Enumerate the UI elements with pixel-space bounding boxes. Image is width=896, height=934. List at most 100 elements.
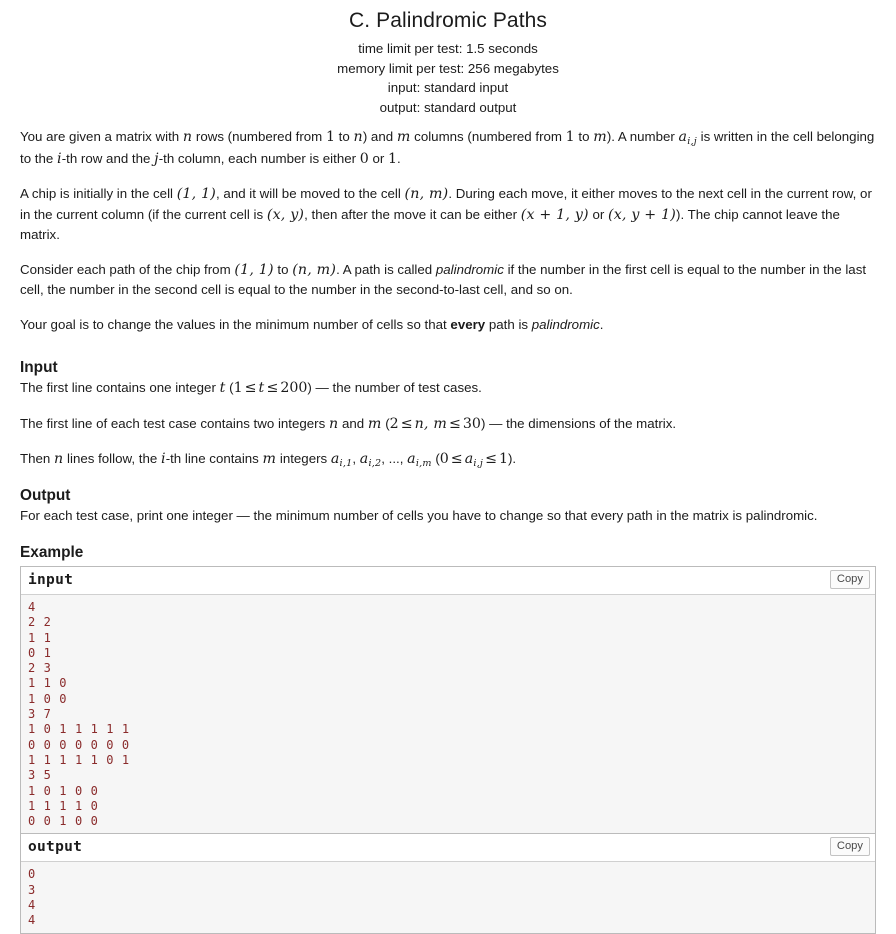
math-le: ≤ — [266, 380, 279, 396]
text-run: . — [397, 150, 401, 166]
math-cell-1-1: (1, 1) — [234, 261, 274, 278]
math-subscript: i,1 — [339, 458, 353, 469]
statement-paragraph-1: You are given a matrix with n rows (numb… — [20, 127, 876, 169]
statement-paragraph-4: Your goal is to change the values in the… — [20, 315, 876, 335]
text-run: ) — the number of test cases. — [307, 380, 482, 395]
example-heading: Example — [20, 544, 84, 561]
math-n: n — [353, 129, 363, 145]
text-run: ( — [381, 415, 390, 431]
text-run: . — [599, 316, 604, 332]
math-a-i1: ai,1 — [330, 451, 353, 469]
text-run: ). — [507, 451, 517, 466]
input-stream: input: standard input — [387, 80, 509, 95]
text-run: A chip is initially in the cell — [20, 186, 177, 201]
text-run: ) — the dimensions of the matrix. — [480, 415, 677, 431]
text-run: or — [588, 206, 608, 222]
text-run: ). A number — [606, 129, 679, 144]
input-heading: Input — [20, 359, 58, 376]
text-run: path is — [485, 316, 532, 332]
input-line-2: The first line of each test case contain… — [20, 414, 876, 435]
sample-input-data: 4 2 2 1 1 0 1 2 3 1 1 0 1 0 0 3 7 1 0 1 … — [21, 595, 875, 834]
math-m: m — [367, 415, 382, 432]
text-run: -th column, each number is either — [158, 150, 360, 166]
text-run: to — [574, 129, 594, 144]
math-le: ≤ — [400, 415, 413, 432]
math-subscript: i,j — [687, 136, 697, 147]
text-run: to — [273, 261, 293, 277]
math-1: 1 — [325, 129, 335, 145]
problem-limits: time limit per test: 1.5 seconds memory … — [14, 39, 882, 121]
text-run: Your goal is to change the values in the… — [20, 316, 451, 332]
strong-every: every — [450, 316, 486, 332]
text-run: or — [368, 150, 388, 166]
math-1: 1 — [233, 380, 243, 396]
math-1: 1 — [565, 129, 575, 145]
input-specification: Input The first line contains one intege… — [14, 349, 882, 471]
text-run: Then — [20, 451, 55, 466]
math-move-down: (x + 1, y) — [520, 206, 589, 223]
math-n-m: n, m — [414, 415, 447, 432]
math-a-ij: ai,j — [465, 451, 484, 469]
text-run: rows (numbered from — [192, 129, 326, 144]
math-1: 1 — [388, 150, 398, 167]
math-a: a — [678, 129, 688, 145]
copy-input-button[interactable]: Copy — [829, 570, 870, 589]
text-run: ( — [431, 451, 440, 466]
text-run: . A path is called — [336, 261, 436, 277]
input-line-1: The first line contains one integer t (1… — [20, 378, 876, 399]
math-m: m — [396, 129, 411, 145]
text-run: and — [338, 415, 368, 431]
text-run: , and it will be moved to the cell — [216, 186, 405, 201]
text-run: integers — [276, 451, 331, 466]
math-subscript: i,j — [473, 458, 484, 469]
math-m: m — [262, 451, 277, 467]
math-subscript: i,2 — [368, 458, 382, 469]
math-a: a — [330, 451, 340, 467]
output-description: For each test case, print one integer — … — [20, 507, 818, 523]
math-30: 30 — [462, 415, 481, 432]
math-2: 2 — [389, 415, 399, 432]
text-run: lines follow, the — [63, 451, 161, 466]
input-line-3: Then n lines follow, the i-th line conta… — [20, 449, 876, 471]
text-run: , ..., — [381, 451, 408, 466]
sample-input-header: input Copy — [21, 567, 875, 595]
math-m: m — [593, 129, 607, 145]
math-le: ≤ — [450, 451, 463, 467]
text-run: -th row and the — [61, 150, 155, 166]
problem-statement-page: C. Palindromic Paths time limit per test… — [0, 0, 896, 934]
output-heading: Output — [20, 486, 71, 504]
math-le: ≤ — [449, 415, 461, 432]
math-a-ij: ai,j — [678, 129, 697, 147]
math-le: ≤ — [485, 451, 497, 467]
output-stream: output: standard output — [379, 99, 517, 115]
math-n: n — [328, 415, 339, 432]
text-run: You are given a matrix with — [20, 129, 183, 144]
statement-paragraph-3: Consider each path of the chip from (1, … — [20, 260, 876, 300]
text-run: , — [352, 451, 360, 466]
text-run: The first line contains one integer — [20, 380, 220, 395]
text-run: -th line contains — [165, 451, 263, 466]
math-cell-n-m: (n, m) — [404, 186, 449, 202]
sample-input-block: input Copy 4 2 2 1 1 0 1 2 3 1 1 0 1 0 0… — [20, 566, 876, 835]
math-0: 0 — [439, 451, 449, 467]
text-run: ) and — [362, 129, 397, 144]
page-title: C. Palindromic Paths — [348, 9, 548, 32]
text-run: to — [334, 129, 354, 144]
emphasis-palindromic: palindromic — [531, 316, 600, 332]
math-subscript: i,m — [415, 458, 432, 469]
sample-output-block: output Copy 0 3 4 4 — [20, 834, 876, 934]
text-run: ( — [225, 380, 234, 395]
math-1: 1 — [498, 451, 508, 467]
sample-output-data: 0 3 4 4 — [21, 862, 875, 933]
statement-paragraph-2: A chip is initially in the cell (1, 1), … — [20, 184, 876, 245]
math-a-im: ai,m — [407, 451, 432, 469]
sample-tests: Example input Copy 4 2 2 1 1 0 1 2 3 1 1… — [14, 531, 882, 934]
math-a-i2: ai,2 — [360, 451, 382, 469]
problem-legend: You are given a matrix with n rows (numb… — [14, 121, 882, 334]
math-cell-1-1: (1, 1) — [176, 186, 217, 202]
sample-output-label: output — [28, 839, 83, 856]
text-run: , then after the move it can be either — [304, 206, 521, 222]
emphasis-palindromic: palindromic — [435, 261, 504, 277]
copy-output-button[interactable]: Copy — [829, 837, 870, 857]
math-n: n — [182, 129, 193, 145]
